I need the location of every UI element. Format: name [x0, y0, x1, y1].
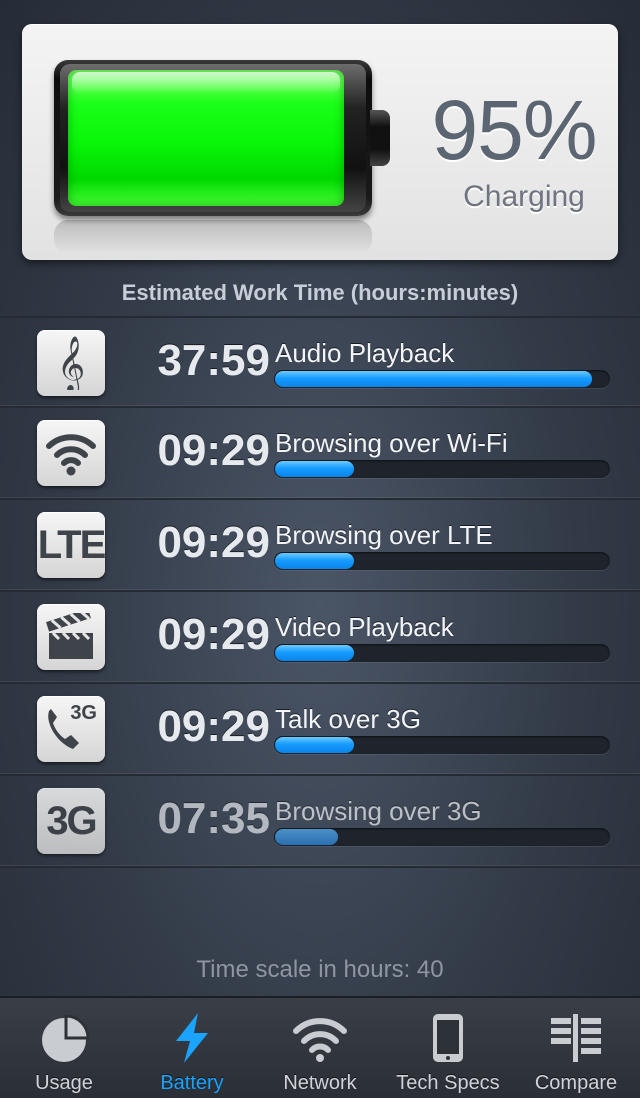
work-time-value: 07:35: [157, 794, 270, 843]
tab-network-label: Network: [283, 1072, 357, 1094]
work-time-value: 09:29: [157, 518, 270, 567]
treble-clef-icon: 𝄞: [37, 330, 105, 396]
work-time-label: Browsing over LTE: [275, 520, 493, 550]
tab-tech-specs-label: Tech Specs: [396, 1072, 500, 1094]
tab-battery[interactable]: Battery: [128, 998, 256, 1098]
battery-percent: 95%: [431, 83, 597, 177]
phone-3g-icon-text: 3G: [70, 702, 97, 724]
progress-track: [274, 370, 610, 388]
tab-bar: Usage Battery Network Tech Specs Compare: [0, 996, 640, 1098]
work-time-label: Audio Playback: [275, 338, 455, 368]
tab-usage-label: Usage: [35, 1072, 93, 1094]
progress-track: [274, 828, 610, 846]
tab-compare[interactable]: Compare: [512, 998, 640, 1098]
tab-usage[interactable]: Usage: [0, 998, 128, 1098]
progress-track: [274, 736, 610, 754]
lte-icon-text: LTE: [37, 522, 107, 567]
tab-network[interactable]: Network: [256, 998, 384, 1098]
3g-icon: 3G: [37, 788, 105, 854]
wifi-icon: [37, 420, 105, 486]
3g-icon-text: 3G: [46, 798, 97, 843]
work-time-label: Talk over 3G: [275, 704, 421, 734]
compare-columns-icon: [546, 1010, 606, 1066]
work-time-value: 09:29: [157, 610, 270, 659]
work-time-value: 37:59: [157, 336, 270, 385]
tab-tech-specs[interactable]: Tech Specs: [384, 998, 512, 1098]
progress-bar: [275, 371, 592, 387]
progress-track: [274, 644, 610, 662]
list-item: 3G 09:29 Talk over 3G: [0, 684, 640, 776]
tab-compare-label: Compare: [534, 1072, 618, 1094]
progress-bar: [275, 645, 354, 661]
list-item: LTE 09:29 Browsing over LTE: [0, 500, 640, 592]
time-scale-label: Time scale in hours: 40: [196, 956, 444, 983]
battery-icon: [54, 60, 390, 216]
progress-track: [274, 552, 610, 570]
work-time-value: 09:29: [157, 426, 270, 475]
phone-outline-icon: [418, 1010, 478, 1066]
lte-icon: LTE: [37, 512, 107, 578]
work-time-label: Browsing over Wi-Fi: [275, 428, 508, 458]
battery-status-card: 95% Charging: [22, 24, 618, 260]
wifi-icon: [290, 1010, 350, 1066]
progress-track: [274, 460, 610, 478]
svg-text:𝄞: 𝄞: [57, 336, 85, 390]
tab-battery-label: Battery: [160, 1072, 224, 1094]
lightning-bolt-icon: [162, 1010, 222, 1066]
phone-3g-icon: 3G: [37, 696, 105, 762]
list-item: 3G 07:35 Browsing over 3G: [0, 776, 640, 868]
work-time-value: 09:29: [157, 702, 270, 751]
work-time-label: Video Playback: [275, 612, 454, 642]
list-item: 𝄞 37:59 Audio Playback: [0, 316, 640, 408]
charging-status: Charging: [463, 180, 585, 213]
list-item: 09:29 Browsing over Wi-Fi: [0, 408, 640, 500]
progress-bar: [275, 461, 354, 477]
pie-chart-icon: [34, 1010, 94, 1066]
estimated-work-time-title: Estimated Work Time (hours:minutes): [121, 280, 519, 305]
progress-bar: [275, 829, 338, 845]
work-time-label: Browsing over 3G: [275, 796, 482, 826]
progress-bar: [275, 553, 354, 569]
clapperboard-icon: [37, 604, 105, 670]
battery-level-fill: [68, 70, 344, 206]
list-item: 09:29 Video Playback: [0, 592, 640, 684]
battery-reflection: [54, 220, 372, 254]
work-time-list: 𝄞 37:59 Audio Playback 09:29 Browsing ov…: [0, 316, 640, 868]
progress-bar: [275, 737, 354, 753]
